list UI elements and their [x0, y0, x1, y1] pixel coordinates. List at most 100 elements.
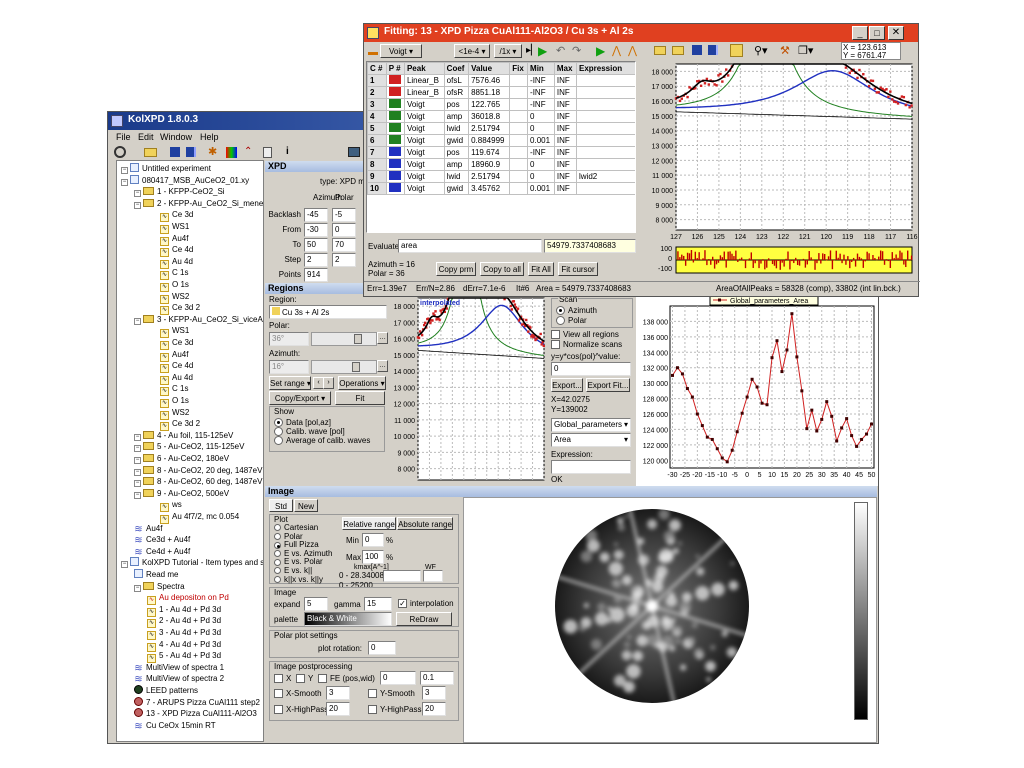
tree-node[interactable]: − 2 - KFPP-Au_CeO2_Si_meneAu [134, 198, 263, 209]
min-cell[interactable]: 0.001 [527, 134, 555, 147]
tree-node[interactable]: ∿ 1 - Au 4d + Pd 3d [147, 604, 221, 617]
tree-node[interactable]: ∿ 2 - Au 4d + Pd 3d [147, 615, 221, 629]
xpd-azimuth-field[interactable]: 914 [304, 268, 328, 282]
min-cell[interactable]: 0 [527, 110, 555, 123]
tree-node[interactable]: ≋ MultiView of spectra 1 [134, 662, 224, 674]
interpolation-checkbox[interactable]: ✓ interpolation [398, 599, 454, 609]
iteration-select[interactable]: /1x ▾ [494, 44, 522, 58]
expression-cell[interactable] [576, 158, 635, 171]
expand-toggle-icon[interactable]: − [134, 445, 141, 453]
max-button[interactable]: □ [869, 26, 885, 40]
peak-cell[interactable]: Linear_B [403, 74, 445, 87]
expression-cell[interactable]: lwid2 [576, 170, 635, 183]
area-select[interactable]: Area ▾ [551, 433, 631, 447]
table-row[interactable]: 7 Voigt pos 119.674 -INF INF [367, 146, 635, 159]
fix-cell[interactable] [509, 158, 529, 171]
copy-prm-button[interactable]: Copy prm [436, 262, 476, 276]
info-icon[interactable]: i [286, 146, 294, 158]
evaluate-field[interactable]: area [398, 239, 542, 253]
tree-node[interactable]: ∿ WS1 [160, 221, 189, 234]
polar-field[interactable]: 36° [269, 332, 309, 346]
fix-cell[interactable] [509, 122, 529, 135]
fit-plot[interactable]: 8 000 9 000 10 000 11 000 12 000 13 000 14 000… [636, 60, 918, 279]
experiment-tree[interactable]: − Untitled experiment −080417_MSB_AuCeO2_0… [116, 160, 264, 742]
tree-node[interactable]: − 4 - Au foil, 115-125eV [134, 430, 233, 441]
tree-node[interactable]: ∿ O 1s [160, 279, 189, 292]
copy-all-button[interactable]: Copy to all [480, 262, 524, 276]
tree-node[interactable]: ∿ O 1s [160, 395, 189, 408]
table-row[interactable]: 8 Voigt amp 18960.9 0 INF [367, 158, 635, 171]
fe-pos-field[interactable]: 0 [380, 671, 416, 685]
open-folder-icon[interactable] [144, 148, 157, 157]
expand-toggle-icon[interactable]: − [134, 480, 141, 488]
value-cell[interactable]: 2.51794 [468, 122, 511, 135]
chart-icon[interactable] [730, 44, 743, 57]
xpd-pizza-image[interactable] [542, 498, 762, 718]
tree-node[interactable]: − 3 - KFPP-Au_CeO2_Si_viceAu [134, 314, 263, 325]
tree-node[interactable]: ≋ Au4f [134, 523, 162, 535]
expression-cell[interactable] [576, 110, 635, 123]
color-swatch-cell[interactable] [385, 182, 405, 195]
show-average-radio[interactable]: Average of calib. waves [274, 436, 370, 446]
tree-node[interactable]: Read me [134, 569, 178, 580]
expand-toggle-icon[interactable]: − [134, 317, 141, 325]
tree-node[interactable]: − Spectra [134, 581, 185, 592]
export-fit-button[interactable]: Export Fit... [586, 378, 630, 392]
tree-node[interactable]: ∿ Ce 4d [160, 244, 193, 258]
save-fit-all-icon[interactable] [708, 45, 718, 55]
menu-help[interactable]: Help [200, 132, 219, 142]
value-cell[interactable]: 8851.18 [468, 86, 511, 99]
max-cell[interactable]: INF [553, 170, 578, 183]
expand-toggle-icon[interactable]: − [121, 167, 128, 174]
expression-cell[interactable] [576, 146, 635, 159]
tree-node[interactable]: ∿ WS1 [160, 325, 189, 339]
table-row[interactable]: 1 Linear_B ofsL 7576.46 -INF INF [367, 74, 635, 87]
x-checkbox[interactable]: X [274, 674, 291, 684]
color-swatch-cell[interactable] [385, 158, 405, 171]
table-row[interactable]: 2 Linear_B ofsR 8851.18 -INF INF [367, 86, 635, 99]
tree-node[interactable]: LEED patterns [134, 685, 198, 696]
table-row[interactable]: 5 Voigt lwid 2.51794 0 INF [367, 122, 635, 135]
table-row[interactable]: 4 Voigt amp 36018.8 0 INF [367, 110, 635, 123]
xsmooth-checkbox[interactable]: X-Smooth [274, 689, 322, 699]
fit-cursor-button[interactable]: Fit cursor [558, 262, 598, 276]
menu-file[interactable]: File [116, 132, 131, 142]
menu-edit[interactable]: Edit [138, 132, 154, 142]
tools-icon[interactable]: ⚒ [780, 44, 790, 57]
expression-cell[interactable] [576, 134, 635, 147]
min-cell[interactable]: 0 [527, 122, 555, 135]
min-cell[interactable]: -INF [527, 146, 555, 159]
max-cell[interactable]: INF [553, 134, 578, 147]
fix-cell[interactable] [509, 86, 529, 99]
polar-slider[interactable] [311, 332, 377, 346]
color-swatch-cell[interactable] [385, 86, 405, 99]
max-cell[interactable]: INF [553, 74, 578, 87]
expand-toggle-icon[interactable]: − [134, 201, 141, 209]
tree-node[interactable]: − 9 - Au-CeO2, 500eV [134, 488, 229, 499]
tab-new[interactable]: New [294, 499, 318, 512]
max-cell[interactable]: INF [553, 146, 578, 159]
xpd-polar-field[interactable]: 0 [332, 223, 356, 237]
expand-toggle-icon[interactable]: − [134, 457, 141, 464]
fix-cell[interactable] [509, 134, 529, 147]
expand-toggle-icon[interactable]: − [121, 178, 128, 186]
redraw-button[interactable]: ReDraw [396, 612, 452, 626]
value-cell[interactable]: 18960.9 [468, 158, 511, 171]
value-cell[interactable]: 119.674 [468, 146, 511, 159]
tree-node[interactable]: ∿ Au 4f7/2, mc 0.054 [160, 511, 239, 524]
max-cell[interactable]: INF [553, 122, 578, 135]
xpd-polar-field[interactable]: 70 [332, 238, 356, 252]
formula-field[interactable]: 0 [551, 362, 631, 376]
value-cell[interactable]: 122.765 [468, 98, 511, 111]
redo-icon[interactable]: ↷ [572, 44, 581, 57]
azimuth-field[interactable]: 16° [269, 360, 309, 374]
operations-button[interactable]: Operations ▾ [338, 376, 386, 390]
peak-cell[interactable]: Voigt [403, 158, 445, 171]
next-button[interactable]: › [323, 377, 334, 389]
color-swatch-cell[interactable] [385, 74, 405, 87]
xpd-polar-field[interactable]: -5 [332, 208, 356, 222]
xpd-azimuth-field[interactable]: -45 [304, 208, 328, 222]
color-swatch-cell[interactable] [385, 134, 405, 147]
tree-node[interactable]: ∿ Au4f [160, 349, 188, 362]
pizza-image-area[interactable] [463, 497, 877, 743]
